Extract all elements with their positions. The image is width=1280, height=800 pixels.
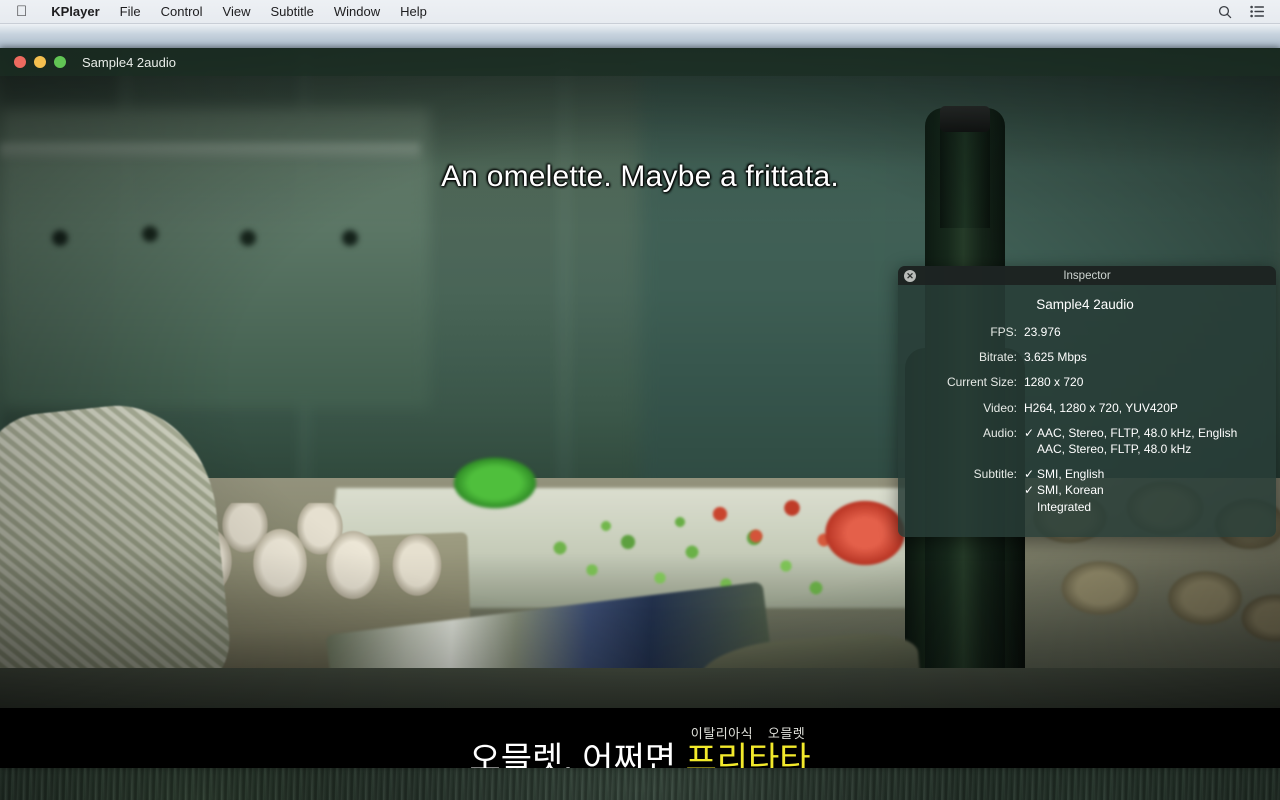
window-title-bar[interactable]: Sample4 2audio <box>0 48 1280 76</box>
screen:  KPlayer File Control View Subtitle Win… <box>0 0 1280 800</box>
subtitle-korean: 오믈렛, 어쩌면 프리타타이탈리아식 오믈렛 <box>0 726 1280 768</box>
maximize-button[interactable] <box>54 56 66 68</box>
inspector-value-line: 3.625 Mbps <box>1024 350 1087 365</box>
minimize-button[interactable] <box>34 56 46 68</box>
inspector-title: Inspector <box>1063 269 1111 282</box>
inspector-label-fps: FPS: <box>990 325 1017 339</box>
player-window: An omelette. Maybe a frittata. 오믈렛, 어쩌면 … <box>0 48 1280 768</box>
inspector-subtitle-track-2[interactable]: SMI, Korean <box>1024 482 1262 498</box>
check-icon <box>1024 425 1037 441</box>
inspector-value-audio: AAC, Stereo, FLTP, 48.0 kHz, English AAC… <box>1024 425 1262 457</box>
inspector-label-subtitle: Subtitle: <box>973 467 1017 482</box>
inspector-track-label: AAC, Stereo, FLTP, 48.0 kHz <box>1037 441 1192 456</box>
apple-logo-icon[interactable]:  <box>16 4 27 19</box>
inspector-value-bitrate: 3.625 Mbps <box>1024 349 1262 365</box>
subtitle-korean-ruby-text: 이탈리아식 오믈렛 <box>685 726 811 741</box>
inspector-audio-track-1[interactable]: AAC, Stereo, FLTP, 48.0 kHz, English <box>1024 425 1262 441</box>
inspector-subtitle-track-3[interactable]: Integrated <box>1024 499 1262 515</box>
inspector-value-line: H264, 1280 x 720, YUV420P <box>1024 400 1178 415</box>
check-icon <box>1024 482 1037 498</box>
window-title: Sample4 2audio <box>82 54 176 70</box>
subtitle-korean-highlight: 프리타타 <box>685 741 811 768</box>
subtitle-korean-ruby-group: 프리타타이탈리아식 오믈렛 <box>685 726 811 768</box>
inspector-body: Sample4 2audio FPS: 23.976 Bitrate: 3.62… <box>898 285 1276 537</box>
subtitle-korean-plain: 오믈렛, 어쩌면 <box>469 741 686 768</box>
inspector-value-line: 1280 x 720 <box>1024 375 1084 390</box>
inspector-track-label: SMI, English <box>1037 467 1105 482</box>
menu-item-kplayer[interactable]: KPlayer <box>41 4 109 19</box>
inspector-audio-track-2[interactable]: AAC, Stereo, FLTP, 48.0 kHz <box>1024 441 1262 457</box>
inspector-value-line: 23.976 <box>1024 325 1061 339</box>
inspector-value-fps: 23.976 <box>1024 324 1262 340</box>
menu-item-view[interactable]: View <box>213 4 261 19</box>
menu-bar:  KPlayer File Control View Subtitle Win… <box>0 0 1280 24</box>
inspector-media-name: Sample4 2audio <box>1036 297 1134 312</box>
inspector-label-current-size: Current Size: <box>946 375 1017 390</box>
inspector-row-subtitle: Subtitle: SMI, English SMI, Korean Integ… <box>908 466 1262 515</box>
inspector-row-fps: FPS: 23.976 <box>908 324 1262 340</box>
close-button[interactable] <box>14 56 26 68</box>
inspector-label-bitrate: Bitrate: <box>978 350 1017 365</box>
check-icon <box>1024 466 1037 482</box>
inspector-row-video: Video: H264, 1280 x 720, YUV420P <box>908 400 1262 416</box>
inspector-row-bitrate: Bitrate: 3.625 Mbps <box>908 349 1262 365</box>
menu-item-window[interactable]: Window <box>324 4 390 19</box>
inspector-label-audio: Audio: <box>982 425 1017 440</box>
subtitle-english: An omelette. Maybe a frittata. <box>441 160 839 193</box>
inspector-value-current-size: 1280 x 720 <box>1024 374 1262 390</box>
inspector-row-audio: Audio: AAC, Stereo, FLTP, 48.0 kHz, Engl… <box>908 425 1262 457</box>
inspector-panel[interactable]: ✕ Inspector Sample4 2audio FPS: 23.976 B… <box>898 266 1276 537</box>
inspector-value-video: H264, 1280 x 720, YUV420P <box>1024 400 1262 416</box>
menu-item-control[interactable]: Control <box>151 4 213 19</box>
inspector-subtitle-track-1[interactable]: SMI, English <box>1024 466 1262 482</box>
menu-item-file[interactable]: File <box>110 4 151 19</box>
inspector-row-current-size: Current Size: 1280 x 720 <box>908 374 1262 390</box>
inspector-track-label: Integrated <box>1037 499 1092 514</box>
inspector-label-video: Video: <box>983 400 1017 415</box>
inspector-title-bar[interactable]: ✕ Inspector <box>898 266 1276 285</box>
control-center-icon[interactable] <box>1244 1 1270 23</box>
menu-bar-status-area <box>1212 1 1280 23</box>
inspector-track-label: SMI, Korean <box>1037 483 1104 498</box>
menu-item-subtitle[interactable]: Subtitle <box>261 4 324 19</box>
desktop-top-strip <box>0 24 1280 48</box>
search-icon[interactable] <box>1212 1 1238 23</box>
inspector-track-label: AAC, Stereo, FLTP, 48.0 kHz, English <box>1037 425 1238 440</box>
inspector-value-subtitle: SMI, English SMI, Korean Integrated <box>1024 466 1262 515</box>
menu-item-help[interactable]: Help <box>390 4 437 19</box>
